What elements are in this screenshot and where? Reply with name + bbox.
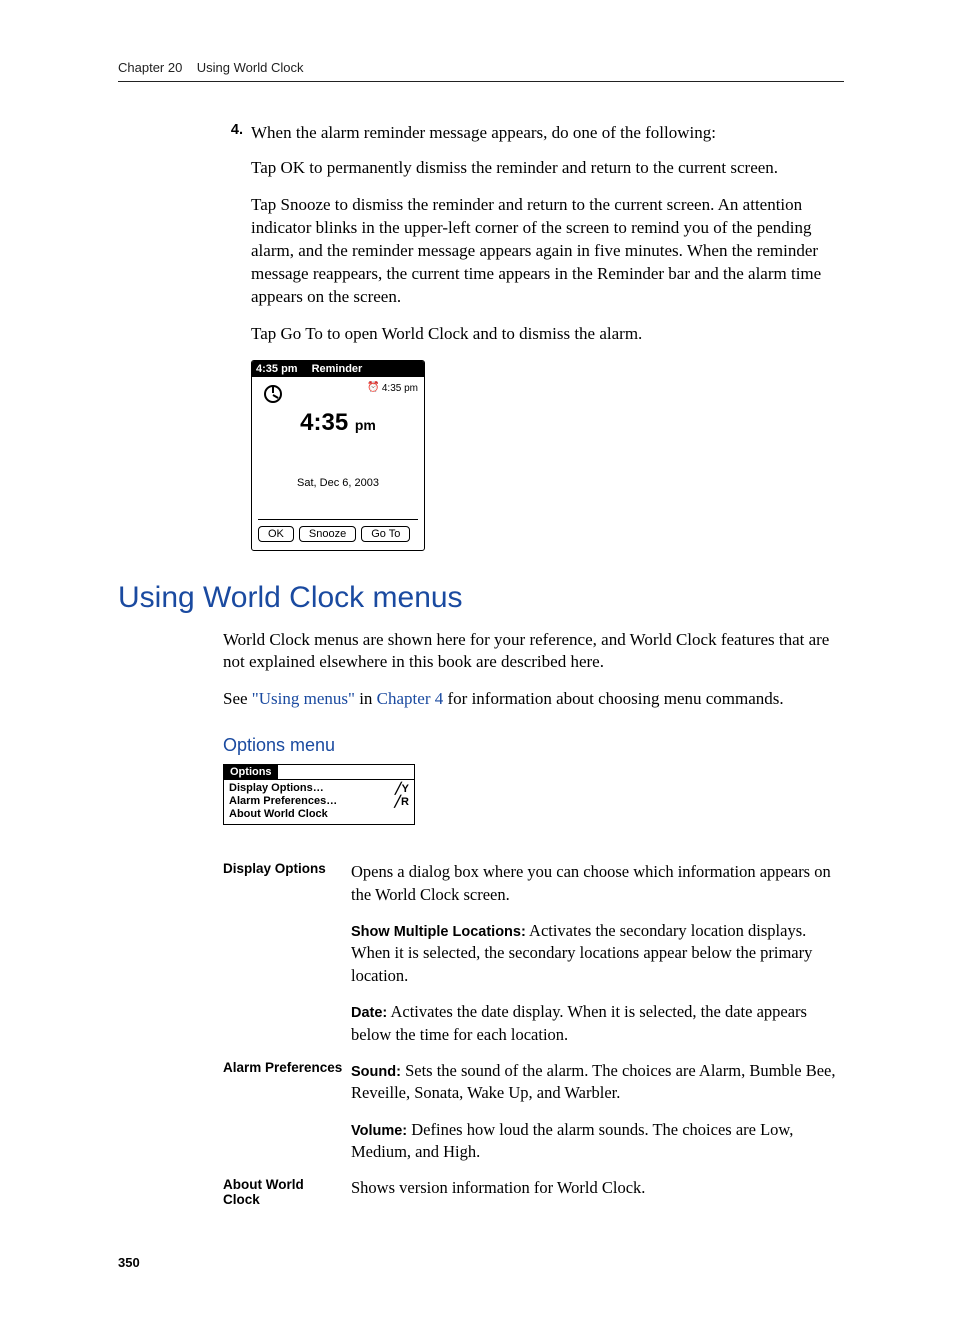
step-text: When the alarm reminder message appears,…: [251, 122, 716, 145]
menu-title-options[interactable]: Options: [224, 765, 278, 779]
menu-item-about-world-clock[interactable]: About World Clock: [229, 808, 409, 820]
link-chapter-4[interactable]: Chapter 4: [377, 689, 444, 708]
desc-display-options-3: Date: Activates the date display. When i…: [351, 995, 844, 1054]
titlebar-time: 4:35 pm: [256, 363, 298, 375]
reminder-big-time: 4:35 pm: [258, 409, 418, 437]
see-paragraph: See "Using menus" in Chapter 4 for infor…: [223, 688, 844, 711]
options-definitions: Display Options Opens a dialog box where…: [223, 855, 844, 1215]
link-using-menus[interactable]: "Using menus": [252, 689, 355, 708]
menu-item-display-options[interactable]: Display Options… ╱Y: [229, 782, 409, 795]
goto-button[interactable]: Go To: [361, 526, 410, 542]
term-display-options: Display Options: [223, 855, 351, 914]
desc-alarm-preferences-1: Sound: Sets the sound of the alarm. The …: [351, 1054, 844, 1113]
reminder-date: Sat, Dec 6, 2003: [258, 477, 418, 489]
alarm-icon: ⏰: [367, 383, 379, 393]
chapter-label: Chapter 20: [118, 60, 182, 75]
heading-options-menu: Options menu: [223, 735, 844, 756]
step-4: 4. When the alarm reminder message appea…: [223, 122, 844, 145]
heading-using-menus: Using World Clock menus: [118, 581, 844, 615]
chapter-title: Using World Clock: [197, 60, 304, 75]
ok-button[interactable]: OK: [258, 526, 294, 542]
reminder-screenshot: 4:35 pm Reminder ⏰ 4:35 pm 4:35 pm Sat, …: [251, 360, 425, 551]
paragraph-ok: Tap OK to permanently dismiss the remind…: [251, 157, 844, 180]
term-about-world-clock: About World Clock: [223, 1171, 351, 1215]
snooze-button[interactable]: Snooze: [299, 526, 356, 542]
alarm-time: 4:35 pm: [382, 383, 418, 394]
page-number: 350: [118, 1255, 844, 1270]
step-number: 4.: [223, 122, 243, 138]
titlebar-label: Reminder: [312, 363, 363, 375]
reminder-titlebar: 4:35 pm Reminder: [252, 361, 424, 377]
desc-alarm-preferences-2: Volume: Defines how loud the alarm sound…: [351, 1113, 844, 1172]
desc-display-options-1: Opens a dialog box where you can choose …: [351, 855, 844, 914]
desc-about-world-clock: Shows version information for World Cloc…: [351, 1171, 844, 1215]
menu-item-alarm-preferences[interactable]: Alarm Preferences… ╱R: [229, 795, 409, 808]
intro-paragraph: World Clock menus are shown here for you…: [223, 629, 844, 675]
paragraph-snooze: Tap Snooze to dismiss the reminder and r…: [251, 194, 844, 309]
options-menu-screenshot: Options Display Options… ╱Y Alarm Prefer…: [223, 764, 415, 825]
term-alarm-preferences: Alarm Preferences: [223, 1054, 351, 1113]
clock-icon: [262, 383, 284, 405]
page-header: Chapter 20 Using World Clock: [118, 60, 844, 82]
desc-display-options-2: Show Multiple Locations: Activates the s…: [351, 914, 844, 995]
paragraph-goto: Tap Go To to open World Clock and to dis…: [251, 323, 844, 346]
